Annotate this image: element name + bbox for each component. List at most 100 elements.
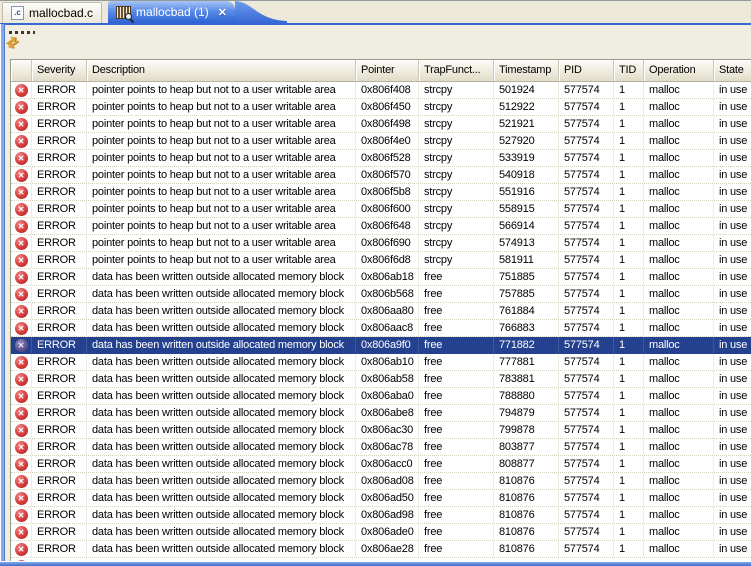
timestamp-cell: 783881	[494, 371, 559, 387]
pointer-cell: 0x806ac78	[356, 439, 419, 455]
tid-cell: 1	[614, 388, 644, 404]
table-row[interactable]: ✕ ERROR data has been written outside al…	[11, 456, 751, 473]
column-header-tid[interactable]: TID	[614, 60, 644, 81]
timestamp-cell: 558915	[494, 201, 559, 217]
pointer-cell: 0x806f408	[356, 82, 419, 98]
pointer-cell: 0x806ac30	[356, 422, 419, 438]
pid-cell: 577574	[559, 422, 614, 438]
table-row[interactable]: ✕ ERROR data has been written outside al…	[11, 269, 751, 286]
column-header-operation[interactable]: Operation	[644, 60, 714, 81]
timestamp-cell: 803877	[494, 439, 559, 455]
table-row[interactable]: ✕ ERROR data has been written outside al…	[11, 303, 751, 320]
severity-icon-cell: ✕	[11, 524, 32, 540]
trapfunction-cell: strcpy	[419, 218, 494, 234]
pid-cell: 577574	[559, 252, 614, 268]
tid-cell: 1	[614, 286, 644, 302]
error-icon: ✕	[15, 169, 28, 182]
tid-cell: 1	[614, 456, 644, 472]
table-row[interactable]: ✕ ERROR pointer points to heap but not t…	[11, 218, 751, 235]
severity-icon-cell: ✕	[11, 150, 32, 166]
error-icon: ✕	[15, 305, 28, 318]
pid-cell: 577574	[559, 354, 614, 370]
timestamp-cell: 757885	[494, 286, 559, 302]
window-bottom-border	[0, 561, 751, 566]
table-row[interactable]: ✕ ERROR data has been written outside al…	[11, 320, 751, 337]
table-row[interactable]: ✕ ERROR data has been written outside al…	[11, 541, 751, 558]
table-row[interactable]: ✕ ERROR pointer points to heap but not t…	[11, 252, 751, 269]
timestamp-cell: 810876	[494, 507, 559, 523]
severity-cell: ERROR	[32, 524, 87, 540]
tid-cell: 1	[614, 99, 644, 115]
pointer-cell: 0x806ad50	[356, 490, 419, 506]
tab-mallocbad-c[interactable]: .c mallocbad.c	[2, 2, 102, 23]
column-header-trapfunction[interactable]: TrapFunct...	[419, 60, 494, 81]
severity-icon-cell: ✕	[11, 541, 32, 557]
table-row[interactable]: ✕ ERROR data has been written outside al…	[11, 422, 751, 439]
pid-cell: 577574	[559, 439, 614, 455]
editor-tab-bar: .c mallocbad.c mallocbad (1) ✕	[0, 1, 751, 23]
state-cell: in use	[714, 303, 751, 319]
timestamp-cell: 501924	[494, 82, 559, 98]
table-row[interactable]: ✕ ERROR data has been written outside al…	[11, 371, 751, 388]
pid-cell: 577574	[559, 133, 614, 149]
trapfunction-cell: free	[419, 337, 494, 353]
severity-icon-cell: ✕	[11, 354, 32, 370]
table-row[interactable]: ✕ ERROR pointer points to heap but not t…	[11, 184, 751, 201]
description-cell: pointer points to heap but not to a user…	[87, 252, 356, 268]
table-row[interactable]: ✕ ERROR pointer points to heap but not t…	[11, 133, 751, 150]
table-row[interactable]: ✕ ERROR pointer points to heap but not t…	[11, 82, 751, 99]
description-cell: pointer points to heap but not to a user…	[87, 218, 356, 234]
magnifier-handle	[130, 18, 134, 22]
description-cell: pointer points to heap but not to a user…	[87, 235, 356, 251]
table-row[interactable]: ✕ ERROR data has been written outside al…	[11, 388, 751, 405]
severity-cell: ERROR	[32, 286, 87, 302]
table-row[interactable]: ✕ ERROR pointer points to heap but not t…	[11, 99, 751, 116]
table-row[interactable]: ✕ ERROR data has been written outside al…	[11, 439, 751, 456]
timestamp-cell: 533919	[494, 150, 559, 166]
column-header-icon[interactable]	[11, 60, 32, 81]
operation-cell: malloc	[644, 150, 714, 166]
column-header-severity[interactable]: Severity	[32, 60, 87, 81]
sync-arrows-icon[interactable]: ⇄	[2, 32, 21, 53]
state-cell: in use	[714, 490, 751, 506]
pointer-cell: 0x806f4e0	[356, 133, 419, 149]
tid-cell: 1	[614, 269, 644, 285]
tab-mallocbad-1[interactable]: mallocbad (1) ✕	[108, 1, 235, 23]
trapfunction-cell: free	[419, 439, 494, 455]
pointer-cell: 0x806ad08	[356, 473, 419, 489]
pointer-cell: 0x806f570	[356, 167, 419, 183]
table-row[interactable]: ✕ ERROR data has been written outside al…	[11, 286, 751, 303]
column-header-state[interactable]: State	[714, 60, 751, 81]
table-row-partial[interactable]: ✕	[11, 558, 751, 561]
table-row[interactable]: ✕ ERROR data has been written outside al…	[11, 524, 751, 541]
column-header-pointer[interactable]: Pointer	[356, 60, 419, 81]
severity-cell: ERROR	[32, 116, 87, 132]
table-row[interactable]: ✕ ERROR data has been written outside al…	[11, 337, 751, 354]
tid-cell: 1	[614, 337, 644, 353]
pid-cell: 577574	[559, 116, 614, 132]
state-cell: in use	[714, 286, 751, 302]
table-row[interactable]: ✕ ERROR pointer points to heap but not t…	[11, 235, 751, 252]
table-row[interactable]: ✕ ERROR data has been written outside al…	[11, 473, 751, 490]
table-row[interactable]: ✕ ERROR data has been written outside al…	[11, 405, 751, 422]
table-row[interactable]: ✕ ERROR data has been written outside al…	[11, 354, 751, 371]
column-header-description[interactable]: Description	[87, 60, 356, 81]
severity-cell: ERROR	[32, 303, 87, 319]
state-cell: in use	[714, 116, 751, 132]
table-row[interactable]: ✕ ERROR pointer points to heap but not t…	[11, 150, 751, 167]
table-row[interactable]: ✕ ERROR pointer points to heap but not t…	[11, 116, 751, 133]
severity-cell: ERROR	[32, 167, 87, 183]
table-row[interactable]: ✕ ERROR data has been written outside al…	[11, 507, 751, 524]
timestamp-cell: 794879	[494, 405, 559, 421]
table-row[interactable]: ✕ ERROR pointer points to heap but not t…	[11, 201, 751, 218]
column-header-timestamp[interactable]: Timestamp	[494, 60, 559, 81]
close-icon[interactable]: ✕	[218, 6, 227, 19]
operation-cell: malloc	[644, 235, 714, 251]
table-row[interactable]: ✕ ERROR data has been written outside al…	[11, 490, 751, 507]
severity-cell: ERROR	[32, 337, 87, 353]
timestamp-cell: 810876	[494, 541, 559, 557]
column-header-pid[interactable]: PID	[559, 60, 614, 81]
pid-cell: 577574	[559, 507, 614, 523]
table-row[interactable]: ✕ ERROR pointer points to heap but not t…	[11, 167, 751, 184]
pid-cell: 577574	[559, 320, 614, 336]
